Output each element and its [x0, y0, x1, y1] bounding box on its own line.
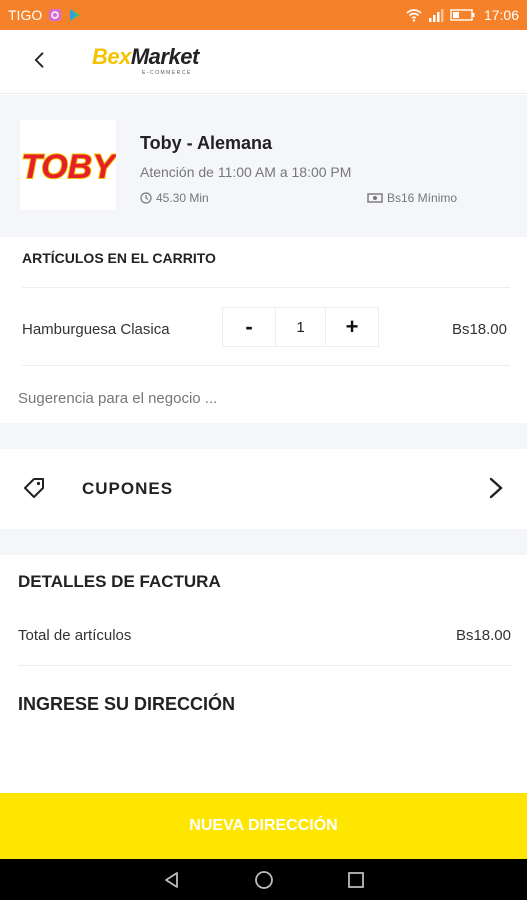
wifi-icon	[406, 8, 422, 22]
carrier-label: TIGO	[8, 7, 43, 23]
cash-icon	[367, 193, 383, 203]
cart-section-title: ARTÍCULOS EN EL CARRITO	[22, 250, 216, 266]
new-address-button[interactable]: NUEVA DIRECCIÓN	[0, 793, 527, 859]
decrease-quantity-button[interactable]: -	[223, 308, 275, 346]
quantity-stepper: - 1 +	[222, 307, 379, 347]
divider	[22, 365, 510, 366]
chevron-left-icon	[34, 52, 44, 68]
toby-logo: TOBY	[20, 147, 116, 187]
system-nav-bar	[0, 859, 527, 900]
total-items-value: Bs18.00	[455, 627, 511, 644]
store-info: TOBY Toby - Alemana Atención de 11:00 AM…	[0, 95, 527, 237]
signal-icon	[428, 8, 444, 22]
app-notification-icon	[48, 8, 62, 22]
total-items-label: Total de artículos	[18, 627, 132, 644]
play-store-icon	[68, 8, 82, 22]
store-name: Toby - Alemana	[140, 133, 273, 153]
item-name: Hamburguesa Clasica	[22, 321, 170, 338]
section-spacer	[0, 423, 527, 449]
address-section-title: INGRESE SU DIRECCIÓN	[18, 694, 236, 714]
bexmarket-logo: BexMarket E-COMMERCE	[92, 44, 199, 76]
item-price: Bs18.00	[451, 321, 507, 338]
minimum-order-value: Bs16 Mínimo	[387, 191, 458, 205]
battery-icon	[450, 8, 476, 22]
store-logo: TOBY	[20, 120, 116, 210]
logo-market: Market	[130, 44, 199, 69]
coupons-row[interactable]: CUPONES	[0, 449, 527, 529]
triangle-back-icon	[164, 871, 178, 888]
invoice-section-title: DETALLES DE FACTURA	[18, 572, 221, 591]
quantity-value: 1	[275, 308, 326, 346]
square-recents-icon	[347, 871, 364, 888]
chevron-right-icon	[489, 477, 503, 499]
store-hours: Atención de 11:00 AM a 18:00 PM	[140, 164, 352, 180]
toby-logo-text: TOBY	[21, 148, 116, 186]
minimum-order: Bs16 Mínimo	[367, 191, 457, 205]
divider	[22, 287, 510, 288]
business-suggestion-input[interactable]	[18, 386, 508, 410]
nav-home-button[interactable]	[253, 869, 275, 891]
status-time: 17:06	[483, 7, 519, 23]
clock-icon	[140, 192, 152, 204]
delivery-time-value: 45.30 Min	[156, 191, 209, 205]
section-spacer	[0, 529, 527, 555]
delivery-time: 45.30 Min	[140, 191, 209, 205]
logo-subtitle: E-COMMERCE	[142, 70, 192, 76]
status-bar: TIGO 17:06	[0, 0, 527, 30]
back-button[interactable]	[28, 48, 52, 72]
app-header: BexMarket E-COMMERCE	[0, 30, 527, 94]
logo-bex: Bex	[92, 44, 131, 69]
divider	[18, 665, 512, 666]
circle-home-icon	[254, 870, 273, 889]
coupons-label: CUPONES	[82, 479, 174, 498]
nav-back-button[interactable]	[161, 869, 183, 891]
tag-icon	[24, 478, 44, 498]
increase-quantity-button[interactable]: +	[326, 308, 378, 346]
nav-recents-button[interactable]	[345, 869, 367, 891]
